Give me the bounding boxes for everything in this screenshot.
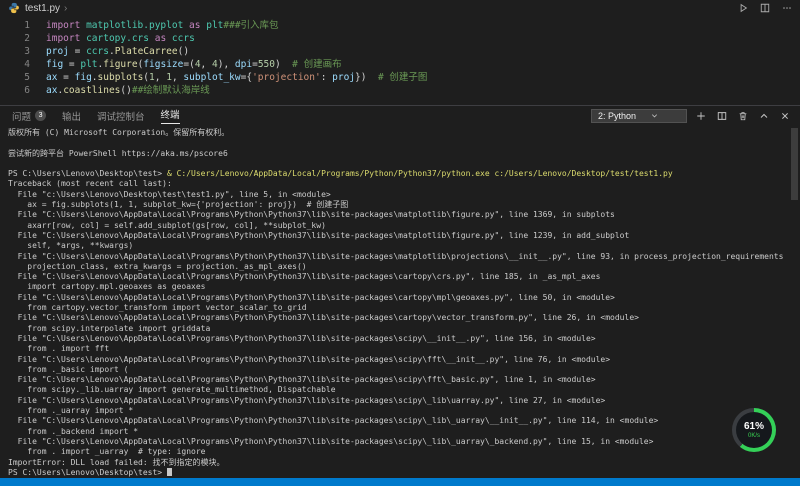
close-panel-icon[interactable] [778, 109, 792, 123]
usage-monitor-widget: 61% 0K/s [732, 408, 776, 452]
code-line[interactable]: 4fig = plt.figure(figsize=(4, 4), dpi=55… [0, 58, 800, 71]
terminal-line: from scipy.interpolate import griddata [8, 324, 792, 334]
panel-header: 问题 3 输出 调试控制台 终端 2: Python [0, 105, 800, 125]
code-line[interactable]: 3proj = ccrs.PlateCarree() [0, 45, 800, 58]
code-line[interactable]: 5ax = fig.subplots(1, 1, subplot_kw={'pr… [0, 71, 800, 84]
terminal-line: import cartopy.mpl.geoaxes as geoaxes [8, 282, 792, 292]
editor-header: test1.py › [0, 0, 800, 16]
chevron-right-icon: › [64, 3, 67, 14]
terminal-line: from . import _uarray # type: ignore [8, 447, 792, 457]
terminal-line: File "C:\Users\Lenovo\AppData\Local\Prog… [8, 396, 792, 406]
terminal-line: File "c:\Users\Lenovo\Desktop\test\test1… [8, 190, 792, 200]
line-number: 3 [0, 45, 30, 58]
terminal-line: File "C:\Users\Lenovo\AppData\Local\Prog… [8, 210, 792, 220]
split-editor-icon[interactable] [758, 1, 772, 15]
terminal-line: from ._uarray import * [8, 406, 792, 416]
kill-terminal-icon[interactable] [736, 109, 750, 123]
terminal-line: from scipy._lib.uarray import generate_m… [8, 385, 792, 395]
terminal-line: File "C:\Users\Lenovo\AppData\Local\Prog… [8, 334, 792, 344]
terminal-toolbar: 2: Python [591, 109, 792, 123]
python-file-icon [8, 2, 20, 14]
more-actions-icon[interactable] [780, 1, 794, 15]
code-line[interactable]: 2import cartopy.crs as ccrs [0, 32, 800, 45]
terminal-line: File "C:\Users\Lenovo\AppData\Local\Prog… [8, 293, 792, 303]
split-terminal-icon[interactable] [715, 109, 729, 123]
line-number: 1 [0, 19, 30, 32]
panel-tab-output-label: 输出 [62, 109, 81, 123]
breadcrumb-file-name[interactable]: test1.py [25, 3, 60, 14]
panel-tab-output[interactable]: 输出 [62, 106, 81, 125]
terminal-line: File "C:\Users\Lenovo\AppData\Local\Prog… [8, 313, 792, 323]
terminal-line: from ._basic import ( [8, 365, 792, 375]
line-number: 6 [0, 84, 30, 97]
usage-ring: 61% 0K/s [732, 408, 776, 452]
code-line[interactable]: 6ax.coastlines()##绘制默认海岸线 [0, 84, 800, 97]
terminal-line: from . import fft [8, 344, 792, 354]
line-number: 5 [0, 71, 30, 84]
terminal-scrollbar[interactable] [791, 128, 798, 200]
terminal-cursor [167, 468, 172, 476]
terminal-line: 版权所有 (C) Microsoft Corporation。保留所有权利。 [8, 128, 792, 138]
new-terminal-icon[interactable] [694, 109, 708, 123]
terminal-line: File "C:\Users\Lenovo\AppData\Local\Prog… [8, 272, 792, 282]
terminal-line: File "C:\Users\Lenovo\AppData\Local\Prog… [8, 355, 792, 365]
line-number: 4 [0, 58, 30, 71]
usage-percent: 61% [744, 421, 764, 432]
terminal-select-value: 2: Python [598, 110, 636, 122]
problems-count-badge: 3 [35, 110, 46, 121]
line-number: 2 [0, 32, 30, 45]
panel-tab-debug-console[interactable]: 调试控制台 [97, 106, 145, 125]
terminal-line: axarr[row, col] = self.add_subplot(gs[ro… [8, 221, 792, 231]
terminal-line: PS C:\Users\Lenovo\Desktop\test> & C:/Us… [8, 169, 792, 179]
terminal-line: ax = fig.subplots(1, 1, subplot_kw={'pro… [8, 200, 792, 210]
code-editor[interactable]: 1import matplotlib.pyplot as plt###引入库包2… [0, 16, 800, 105]
terminal-line: PS C:\Users\Lenovo\Desktop\test> [8, 468, 792, 478]
terminal-line: ImportError: DLL load failed: 找不到指定的模块。 [8, 458, 792, 468]
panel-tab-problems-label: 问题 [12, 109, 31, 123]
editor-actions [736, 1, 794, 15]
terminal-line: File "C:\Users\Lenovo\AppData\Local\Prog… [8, 416, 792, 426]
terminal-line: 尝试新的跨平台 PowerShell https://aka.ms/pscore… [8, 149, 792, 159]
code-line[interactable]: 1import matplotlib.pyplot as plt###引入库包 [0, 19, 800, 32]
terminal-line: self, *args, **kwargs) [8, 241, 792, 251]
terminal-line: File "C:\Users\Lenovo\AppData\Local\Prog… [8, 437, 792, 447]
maximize-panel-icon[interactable] [757, 109, 771, 123]
terminal-line [8, 138, 792, 148]
terminal-line: File "C:\Users\Lenovo\AppData\Local\Prog… [8, 252, 792, 262]
code-lines: 1import matplotlib.pyplot as plt###引入库包2… [0, 19, 800, 97]
terminal-select[interactable]: 2: Python [591, 109, 687, 123]
panel-tab-problems[interactable]: 问题 3 [12, 106, 46, 125]
run-icon[interactable] [736, 1, 750, 15]
terminal-line [8, 159, 792, 169]
terminal-line: projection_class, extra_kwargs = project… [8, 262, 792, 272]
terminal-line: from ._backend import * [8, 427, 792, 437]
terminal-lines: 版权所有 (C) Microsoft Corporation。保留所有权利。 尝… [8, 128, 792, 478]
panel-tab-terminal[interactable]: 终端 [161, 106, 180, 125]
terminal-line: from cartopy.vector_transform import vec… [8, 303, 792, 313]
terminal-line: Traceback (most recent call last): [8, 179, 792, 189]
terminal-line: File "C:\Users\Lenovo\AppData\Local\Prog… [8, 231, 792, 241]
vscode-window: test1.py › 1import matplotlib.pyplot as … [0, 0, 800, 486]
terminal-line: File "C:\Users\Lenovo\AppData\Local\Prog… [8, 375, 792, 385]
terminal-area[interactable]: 版权所有 (C) Microsoft Corporation。保留所有权利。 尝… [0, 126, 800, 478]
status-bar [0, 478, 800, 486]
usage-speed: 0K/s [748, 433, 760, 439]
panel-tab-debug-console-label: 调试控制台 [97, 109, 145, 123]
panel-tab-terminal-label: 终端 [161, 107, 180, 124]
chevron-down-icon [650, 111, 659, 120]
